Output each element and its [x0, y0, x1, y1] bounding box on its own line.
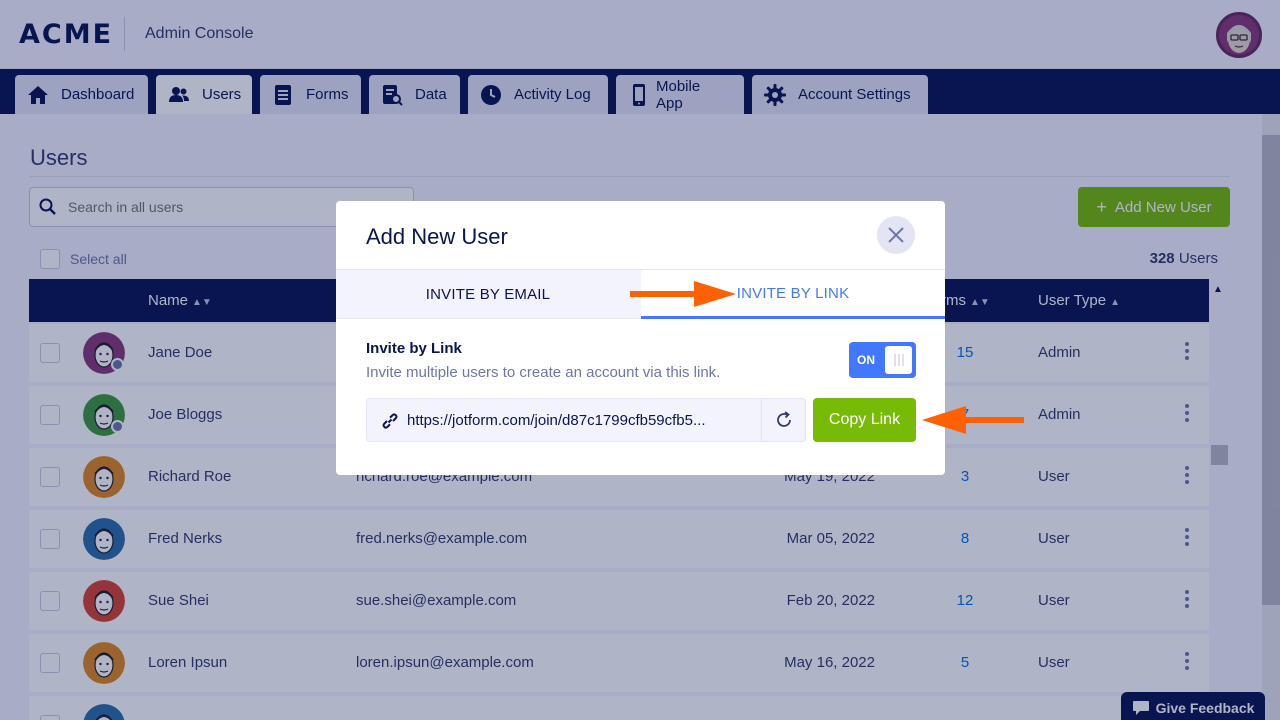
- toggle-knob: [885, 346, 912, 374]
- arrow-right-annotation-icon: [630, 281, 736, 307]
- invite-by-link-description: Invite multiple users to create an accou…: [366, 364, 721, 381]
- toggle-state-label: ON: [857, 353, 875, 367]
- link-icon: [381, 412, 399, 430]
- refresh-icon: [777, 411, 791, 427]
- modal-title: Add New User: [366, 224, 508, 249]
- close-button[interactable]: [877, 216, 915, 254]
- close-icon: [888, 227, 904, 243]
- tab-invite-by-email[interactable]: INVITE BY EMAIL: [336, 270, 640, 319]
- copy-link-button[interactable]: Copy Link: [813, 398, 916, 442]
- tab-invite-by-link-label: INVITE BY LINK: [736, 284, 850, 302]
- tab-invite-by-email-label: INVITE BY EMAIL: [425, 286, 551, 303]
- arrow-left-annotation-icon: [922, 406, 1024, 434]
- invite-link-url: https://jotform.com/join/d87c1799cfb59cf…: [407, 412, 706, 429]
- regenerate-link-button[interactable]: [761, 399, 806, 441]
- invite-link-toggle[interactable]: ON: [849, 342, 916, 378]
- invite-link-field[interactable]: https://jotform.com/join/d87c1799cfb59cf…: [366, 398, 806, 442]
- add-new-user-modal: Add New User INVITE BY EMAIL INVITE BY L…: [336, 201, 945, 475]
- invite-by-link-title: Invite by Link: [366, 340, 462, 357]
